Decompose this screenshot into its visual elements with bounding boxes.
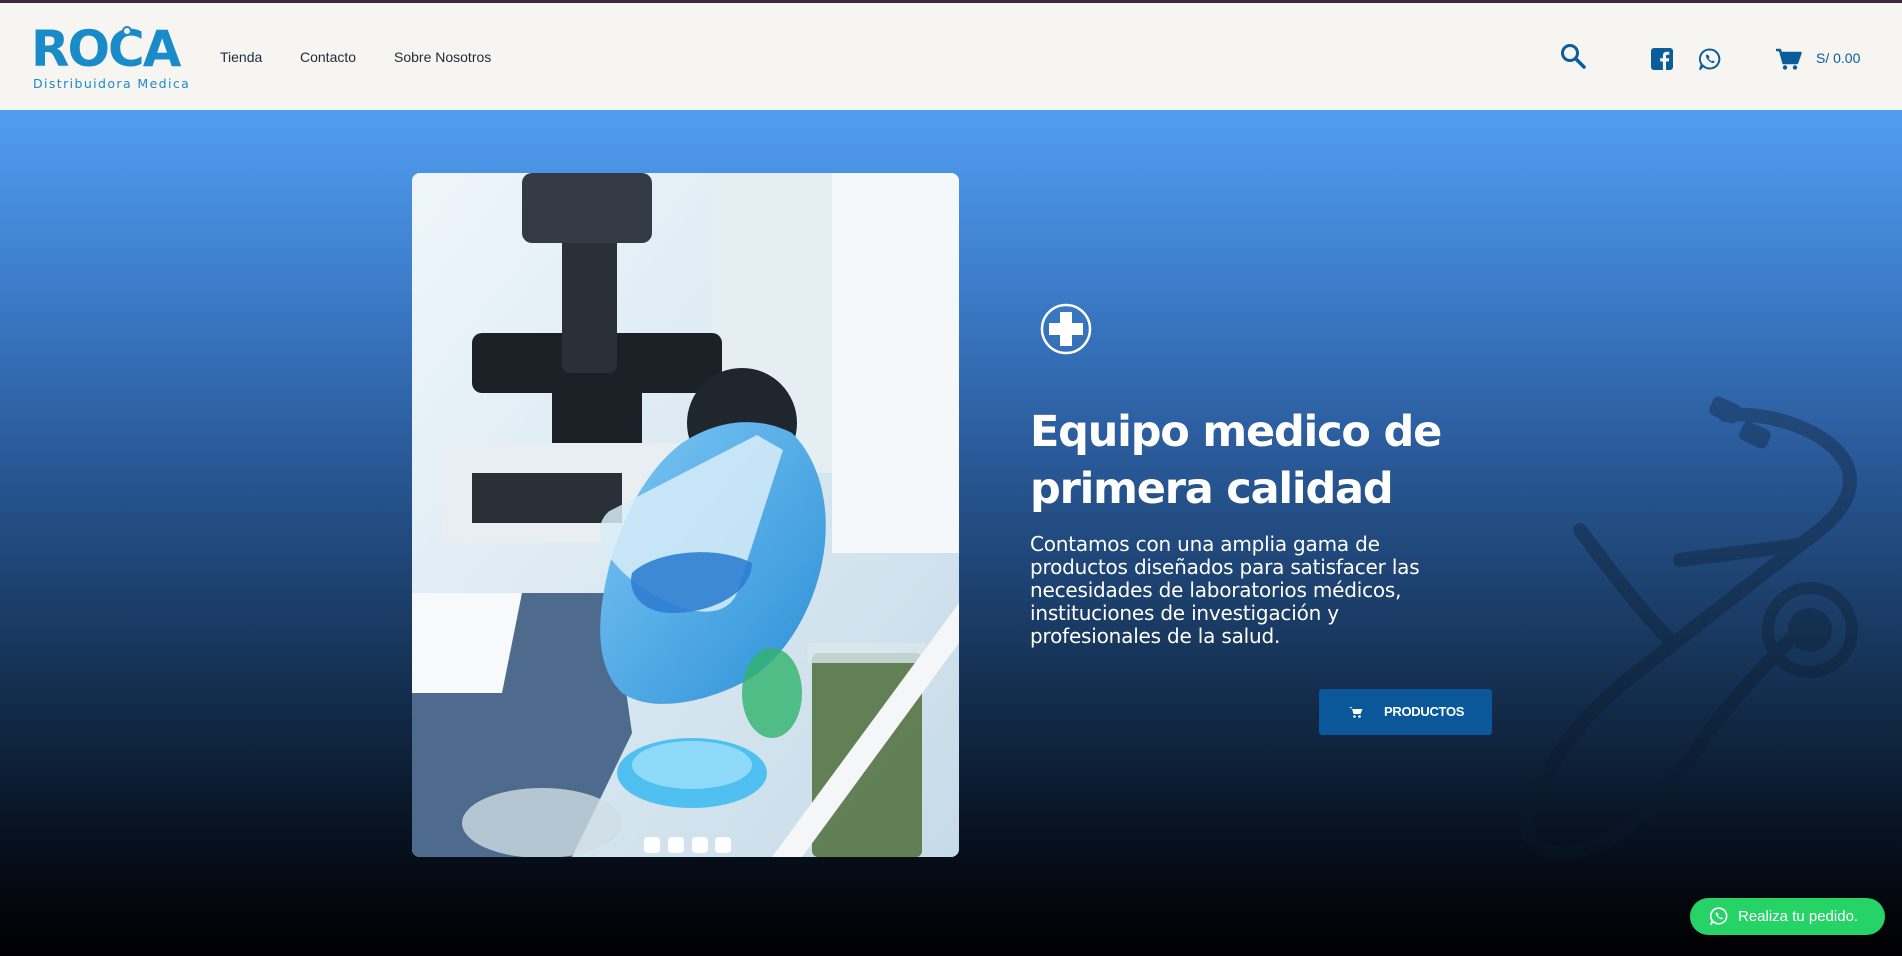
whatsapp-order-label: Realiza tu pedido.	[1738, 908, 1859, 925]
cart-total[interactable]: S/ 0.00	[1816, 50, 1860, 66]
slider-dot-2[interactable]	[668, 837, 684, 853]
brand-logo[interactable]: ROCA Distribuidora Medica	[31, 21, 191, 93]
cart-icon[interactable]	[1776, 48, 1802, 70]
hero-image-slider[interactable]	[412, 173, 959, 857]
hero-title: Equipo medico de primera calidad	[1030, 407, 1442, 514]
brand-name: ROCA	[31, 20, 181, 78]
facebook-icon[interactable]	[1651, 48, 1673, 70]
products-button[interactable]: PRODUCTOS	[1319, 689, 1492, 735]
search-icon[interactable]	[1560, 43, 1586, 69]
slider-pagination	[644, 837, 734, 853]
slider-dot-3[interactable]	[692, 837, 708, 853]
whatsapp-order-button[interactable]: Realiza tu pedido.	[1690, 898, 1885, 935]
nav-item-contacto[interactable]: Contacto	[300, 49, 356, 65]
laboratory-scientist-photo	[412, 173, 959, 857]
products-button-label: PRODUCTOS	[1384, 704, 1465, 719]
slider-dot-1[interactable]	[644, 837, 660, 853]
brand-tagline: Distribuidora Medica	[33, 76, 191, 91]
site-header: ROCA Distribuidora Medica Tienda Contact…	[0, 3, 1902, 110]
slider-dot-4[interactable]	[715, 837, 731, 853]
medical-cross-icon	[1040, 303, 1092, 355]
whatsapp-icon[interactable]	[1699, 48, 1721, 70]
logo-ring-icon	[122, 26, 132, 36]
nav-item-tienda[interactable]: Tienda	[220, 49, 262, 65]
cart-icon	[1349, 707, 1363, 718]
hero-description: Contamos con una amplia gama de producto…	[1030, 532, 1420, 648]
hero-section: Equipo medico de primera calidad Contamo…	[0, 110, 1902, 956]
nav-item-sobre-nosotros[interactable]: Sobre Nosotros	[394, 49, 491, 65]
whatsapp-icon	[1710, 907, 1728, 925]
